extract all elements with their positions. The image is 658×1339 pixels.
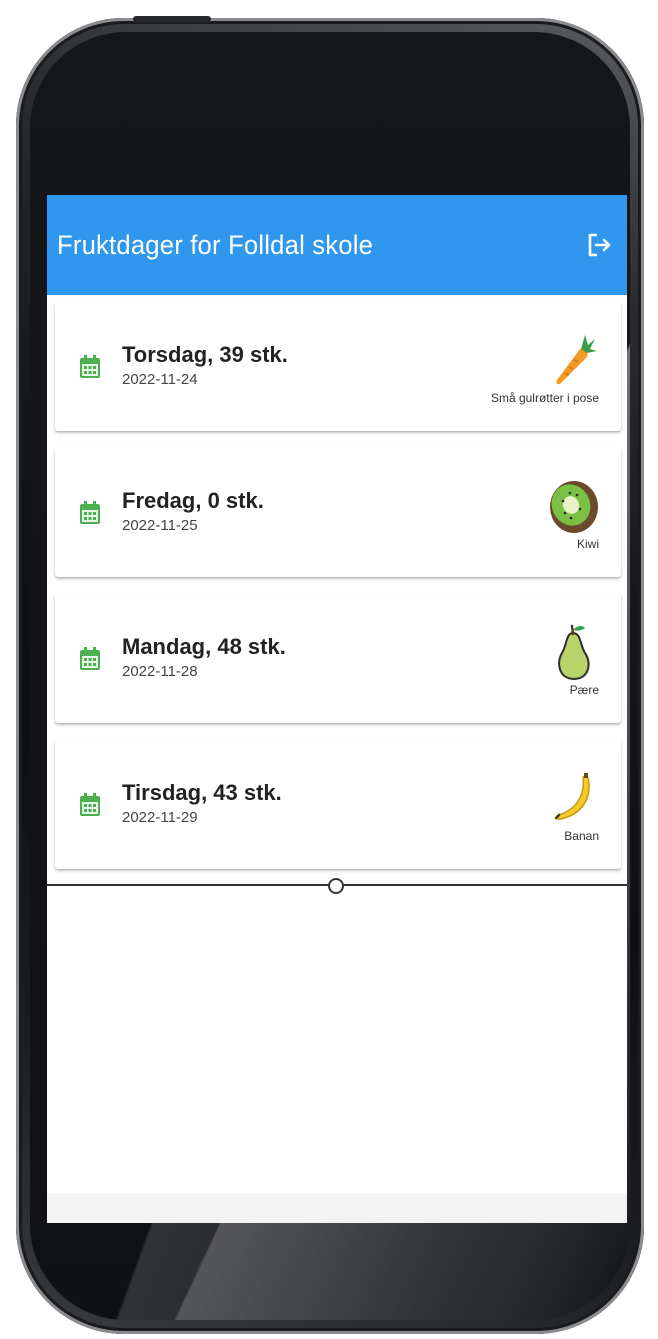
day-title: Fredag, 0 stk.: [122, 488, 264, 513]
app-bar: Fruktdager for Folldal skole: [47, 195, 627, 295]
calendar-icon: [80, 793, 100, 816]
divider-handle[interactable]: [328, 878, 344, 894]
app-screen: Fruktdager for Folldal skole Torsdag, 39…: [47, 195, 627, 1223]
page-title: Fruktdager for Folldal skole: [57, 229, 374, 260]
calendar-icon: [80, 647, 100, 670]
carrot-icon: [556, 335, 597, 385]
logout-icon: [588, 233, 611, 257]
day-title: Tirsdag, 43 stk.: [122, 780, 282, 805]
day-date: 2022-11-29: [122, 809, 198, 826]
list-item[interactable]: Fredag, 0 stk. 2022-11-25 Kiwi: [55, 447, 621, 577]
kiwi-icon: [550, 481, 598, 533]
fruit-label: Banan: [564, 829, 599, 843]
phone-side-button: [133, 16, 211, 22]
fruit-label: Små gulrøtter i pose: [490, 391, 599, 405]
list-item[interactable]: Torsdag, 39 stk. 2022-11-24 Små gulrøtte…: [55, 301, 621, 431]
pear-icon: [558, 624, 590, 681]
bottom-bar: [47, 1193, 627, 1223]
fruit-day-list: Torsdag, 39 stk. 2022-11-24 Små gulrøtte…: [55, 301, 621, 885]
day-date: 2022-11-28: [122, 663, 198, 680]
fruit-label: Kiwi: [576, 537, 599, 551]
list-item[interactable]: Mandag, 48 stk. 2022-11-28 Pære: [55, 593, 621, 723]
day-title: Mandag, 48 stk.: [122, 634, 286, 659]
banana-icon: [554, 773, 590, 820]
day-title: Torsdag, 39 stk.: [122, 342, 288, 367]
day-date: 2022-11-24: [122, 371, 198, 388]
fruit-label: Pære: [569, 683, 599, 697]
logout-button[interactable]: [581, 227, 617, 263]
calendar-icon: [80, 501, 100, 524]
list-item[interactable]: Tirsdag, 43 stk. 2022-11-29 Banan: [55, 739, 621, 869]
calendar-icon: [80, 355, 100, 378]
day-date: 2022-11-25: [122, 517, 198, 534]
